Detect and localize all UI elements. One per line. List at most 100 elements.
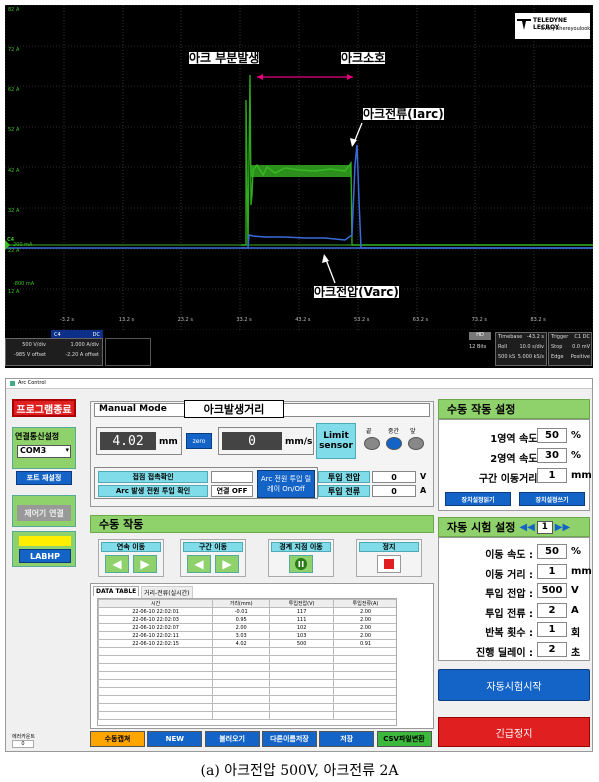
window-title: Arc Control	[18, 380, 46, 386]
contact-check-label: 접점 접촉확인	[98, 471, 208, 483]
table-row[interactable]	[98, 687, 396, 696]
timebase-box[interactable]: Timebase -43.2 s Roll 10.0 s/div 500 kS …	[495, 332, 547, 366]
y-tick-label: 62 A	[8, 87, 20, 93]
x-tick-label: -3.2 s	[60, 317, 74, 323]
table-row[interactable]	[98, 711, 396, 720]
save-button[interactable]: 저장	[319, 731, 375, 747]
section-right-button[interactable]: ▶	[215, 555, 239, 573]
stop-button[interactable]	[377, 555, 401, 573]
arrow-right-icon: ▶	[140, 557, 150, 571]
table-row[interactable]: 22-06-10 22:02:07 2.00 102 2.00	[98, 623, 396, 632]
zero-button[interactable]: zero	[186, 433, 212, 449]
empty-channel-slot[interactable]	[105, 338, 151, 366]
table-row[interactable]: 22-06-10 22:02:15 4.02 500 0.91	[98, 639, 396, 648]
arc-power-check-label: Arc 발생 전원 투입 확인	[98, 485, 208, 497]
table-row[interactable]	[98, 655, 396, 664]
auto-test-index[interactable]: 1	[536, 520, 553, 534]
labhp-button[interactable]: LABHP	[19, 549, 71, 563]
auto-setting-input[interactable]: 1	[537, 622, 567, 638]
table-row[interactable]	[98, 671, 396, 680]
limit-led-indicator	[386, 437, 402, 450]
table-cell	[212, 711, 271, 720]
exit-program-button[interactable]: 프로그램종료	[12, 399, 76, 417]
error-count-label: 에러카운트	[12, 734, 36, 740]
stop-group: 정지	[356, 539, 422, 577]
auto-setting-unit: mm	[571, 565, 592, 577]
auto-setting-input[interactable]: 1	[537, 563, 567, 579]
y-tick-label: 22 A	[8, 248, 20, 254]
csv-convert-button[interactable]: CSV파일변환	[376, 731, 432, 747]
new-button[interactable]: NEW	[147, 731, 203, 747]
read-settings-button[interactable]: 장치설정읽기	[445, 492, 511, 506]
relay-toggle-button[interactable]: Arc 전원 투입 릴레이 On/Off	[257, 470, 315, 498]
save-as-button[interactable]: 다른이름저장	[261, 731, 317, 747]
auto-setting-input[interactable]: 50	[537, 544, 567, 559]
limit-led-label: 중간	[388, 428, 400, 435]
hd-badge: HD	[469, 332, 491, 340]
continuous-left-button[interactable]: ◀	[105, 555, 129, 573]
port-reset-button[interactable]: 포트 재설정	[16, 471, 72, 485]
table-cell	[98, 671, 214, 680]
auto-setting-label: 투입 전류 :	[485, 608, 533, 620]
double-left-arrow-icon[interactable]: ◀◀	[519, 522, 534, 533]
continuous-right-button[interactable]: ▶	[133, 555, 157, 573]
boundary-move-button[interactable]	[289, 555, 313, 573]
section-left-button[interactable]: ◀	[187, 555, 211, 573]
sample-rate: 5.000 kS/s	[517, 354, 544, 360]
table-row[interactable]	[98, 679, 396, 688]
table-header-cell: 거리(mm)	[212, 599, 271, 608]
auto-setting-unit: 회	[571, 628, 581, 640]
controller-panel: 제어기 연결	[12, 495, 76, 527]
table-cell: 22-06-10 22:02:03	[98, 615, 214, 624]
manual-settings-header: 수동 작동 설정	[438, 399, 590, 419]
table-row[interactable]	[98, 703, 396, 712]
zone1-speed-input[interactable]: 50	[537, 428, 567, 443]
table-row[interactable]	[98, 663, 396, 672]
auto-setting-unit: %	[571, 546, 582, 557]
table-cell	[333, 695, 396, 704]
trigger-box[interactable]: Trigger C1 DC Stop 0.0 mV Edge Positive	[548, 332, 592, 366]
table-cell: 2.00	[333, 607, 396, 616]
section-move-group: 구간 이동 ◀ ▶	[180, 539, 246, 577]
table-cell	[269, 663, 335, 672]
table-cell: 22-06-10 22:02:01	[98, 607, 214, 616]
trigger-source: C1 DC	[574, 334, 590, 340]
status-group: 접점 접촉확인 Arc 발생 전원 투입 확인 연결 OFF Arc 전원 투입…	[94, 467, 318, 499]
continuous-move-label: 연속 이동	[101, 542, 161, 552]
table-row[interactable]	[98, 647, 396, 656]
com-port-select[interactable]: COM3 ▾	[17, 445, 71, 458]
manual-settings-panel: 1영역 속도 : 50 % 2영역 속도 : 30 % 구간 이동거리 : 1 …	[438, 419, 592, 511]
x-tick-label: 73.2 s	[471, 317, 487, 323]
section-move-label: 구간 이동	[183, 542, 243, 552]
current-noise-band	[251, 165, 351, 177]
table-cell	[269, 711, 335, 720]
x-tick-label: 83.2 s	[530, 317, 546, 323]
controller-connect-button[interactable]: 제어기 연결	[17, 505, 71, 521]
table-cell: 103	[269, 631, 335, 640]
table-cell	[98, 695, 214, 704]
auto-setting-input[interactable]: 2	[537, 602, 567, 618]
write-settings-button[interactable]: 장치설정쓰기	[519, 492, 585, 506]
ch-vdiv: 500 V/div	[22, 342, 46, 348]
auto-setting-label: 투입 전압 :	[485, 589, 533, 601]
table-row[interactable]: 22-06-10 22:02:03 0.95 111 2.00	[98, 615, 396, 624]
speed-value: 0	[222, 432, 282, 450]
zone2-speed-input[interactable]: 30	[537, 448, 567, 463]
ch-adiv: 1.000 A/div	[70, 342, 99, 348]
auto-setting-input[interactable]: 500	[537, 583, 567, 599]
section-distance-input[interactable]: 1	[537, 468, 567, 483]
capture-button[interactable]: 수동캡쳐	[90, 731, 145, 747]
table-row[interactable]	[98, 695, 396, 704]
auto-setting-unit: 초	[571, 648, 581, 659]
tab-data-table[interactable]: DATA TABLE	[93, 586, 140, 596]
load-button[interactable]: 불러오기	[204, 731, 260, 747]
limit-led-indicator	[364, 437, 380, 450]
double-right-arrow-icon[interactable]: ▶▶	[555, 522, 570, 533]
limit-sensor-label: Limit sensor	[316, 423, 356, 459]
auto-setting-input[interactable]: 2	[537, 642, 567, 657]
limit-led-label: 앞	[410, 428, 416, 435]
start-auto-test-button[interactable]: 자동시험시작	[438, 669, 590, 701]
emergency-stop-button[interactable]: 긴급정지	[438, 717, 590, 747]
table-row[interactable]: 22-06-10 22:02:01 -0.01 117 2.00	[98, 607, 396, 616]
table-row[interactable]: 22-06-10 22:02:11 3.03 103 2.00	[98, 631, 396, 640]
